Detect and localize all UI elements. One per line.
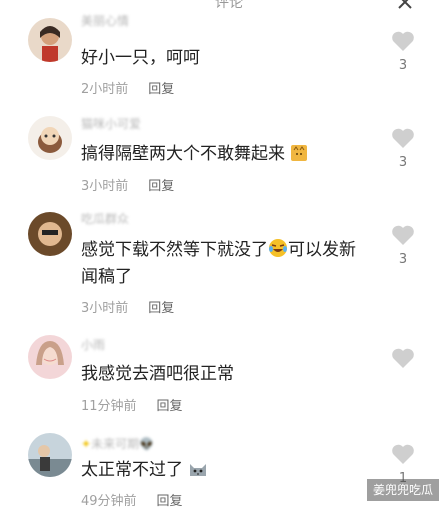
reply-button[interactable]: 回复 xyxy=(157,399,183,414)
heart-icon xyxy=(392,348,414,368)
heart-icon xyxy=(392,444,414,464)
like-button[interactable]: 3 xyxy=(390,127,416,170)
comment-meta: 3小时前 回复 xyxy=(81,297,174,316)
username[interactable]: 猫咪小可爱 xyxy=(81,115,141,132)
comment-time: 2小时前 xyxy=(81,82,129,97)
comment-text: 我感觉去酒吧很正常 xyxy=(81,364,234,384)
cat-face-emoji-icon xyxy=(188,460,208,487)
comment-text-line2: 闻稿了 xyxy=(81,267,132,287)
reply-button[interactable]: 回复 xyxy=(148,301,174,316)
comment-text: 太正常不过了 xyxy=(81,457,208,487)
watermark: 姜兜兜吃瓜 xyxy=(366,479,439,501)
comment-text: 搞得隔壁两大个不敢舞起来 xyxy=(81,141,308,171)
username[interactable]: 小雨 xyxy=(81,336,105,353)
comment-text: 感觉下载不然等下就没了 可以发新 xyxy=(81,237,356,267)
comment-time: 3小时前 xyxy=(81,179,129,194)
top-bar: 评论 xyxy=(0,0,439,11)
username[interactable]: ✦未来可期👽 xyxy=(81,435,154,452)
like-count: 3 xyxy=(398,252,408,267)
comment-time: 49分钟前 xyxy=(81,494,137,509)
avatar[interactable] xyxy=(28,212,72,256)
heart-icon xyxy=(392,128,414,148)
avatar[interactable] xyxy=(28,18,72,62)
avatar[interactable] xyxy=(28,335,72,379)
comment-time: 3小时前 xyxy=(81,301,129,316)
reply-button[interactable]: 回复 xyxy=(157,494,183,509)
laugh-cry-emoji-icon xyxy=(268,238,288,267)
avatar[interactable] xyxy=(28,116,72,160)
reply-button[interactable]: 回复 xyxy=(148,82,174,97)
sparkle-icon: ✦ xyxy=(81,437,92,451)
panel-title: 评论 xyxy=(215,0,243,11)
like-button[interactable] xyxy=(390,347,416,375)
like-button[interactable]: 3 xyxy=(390,30,416,73)
like-count: 3 xyxy=(398,58,408,73)
username[interactable]: 吃瓜群众 xyxy=(81,210,129,227)
reply-button[interactable]: 回复 xyxy=(148,179,174,194)
avatar[interactable] xyxy=(28,433,72,477)
close-icon[interactable] xyxy=(397,0,413,10)
like-count: 3 xyxy=(398,155,408,170)
comment-text: 好小一只，呵呵 xyxy=(81,48,200,68)
comment-time: 11分钟前 xyxy=(81,399,137,414)
username[interactable]: 美丽心情 xyxy=(81,12,129,29)
comment-meta: 3小时前 回复 xyxy=(81,175,174,194)
like-button[interactable]: 3 xyxy=(390,224,416,267)
heart-icon xyxy=(392,225,414,245)
cat-emoji-icon xyxy=(290,144,308,171)
heart-icon xyxy=(392,31,414,51)
comment-meta: 49分钟前 回复 xyxy=(81,490,183,509)
alien-icon: 👽 xyxy=(139,437,155,451)
comment-meta: 11分钟前 回复 xyxy=(81,395,183,414)
comment-meta: 2小时前 回复 xyxy=(81,78,174,97)
